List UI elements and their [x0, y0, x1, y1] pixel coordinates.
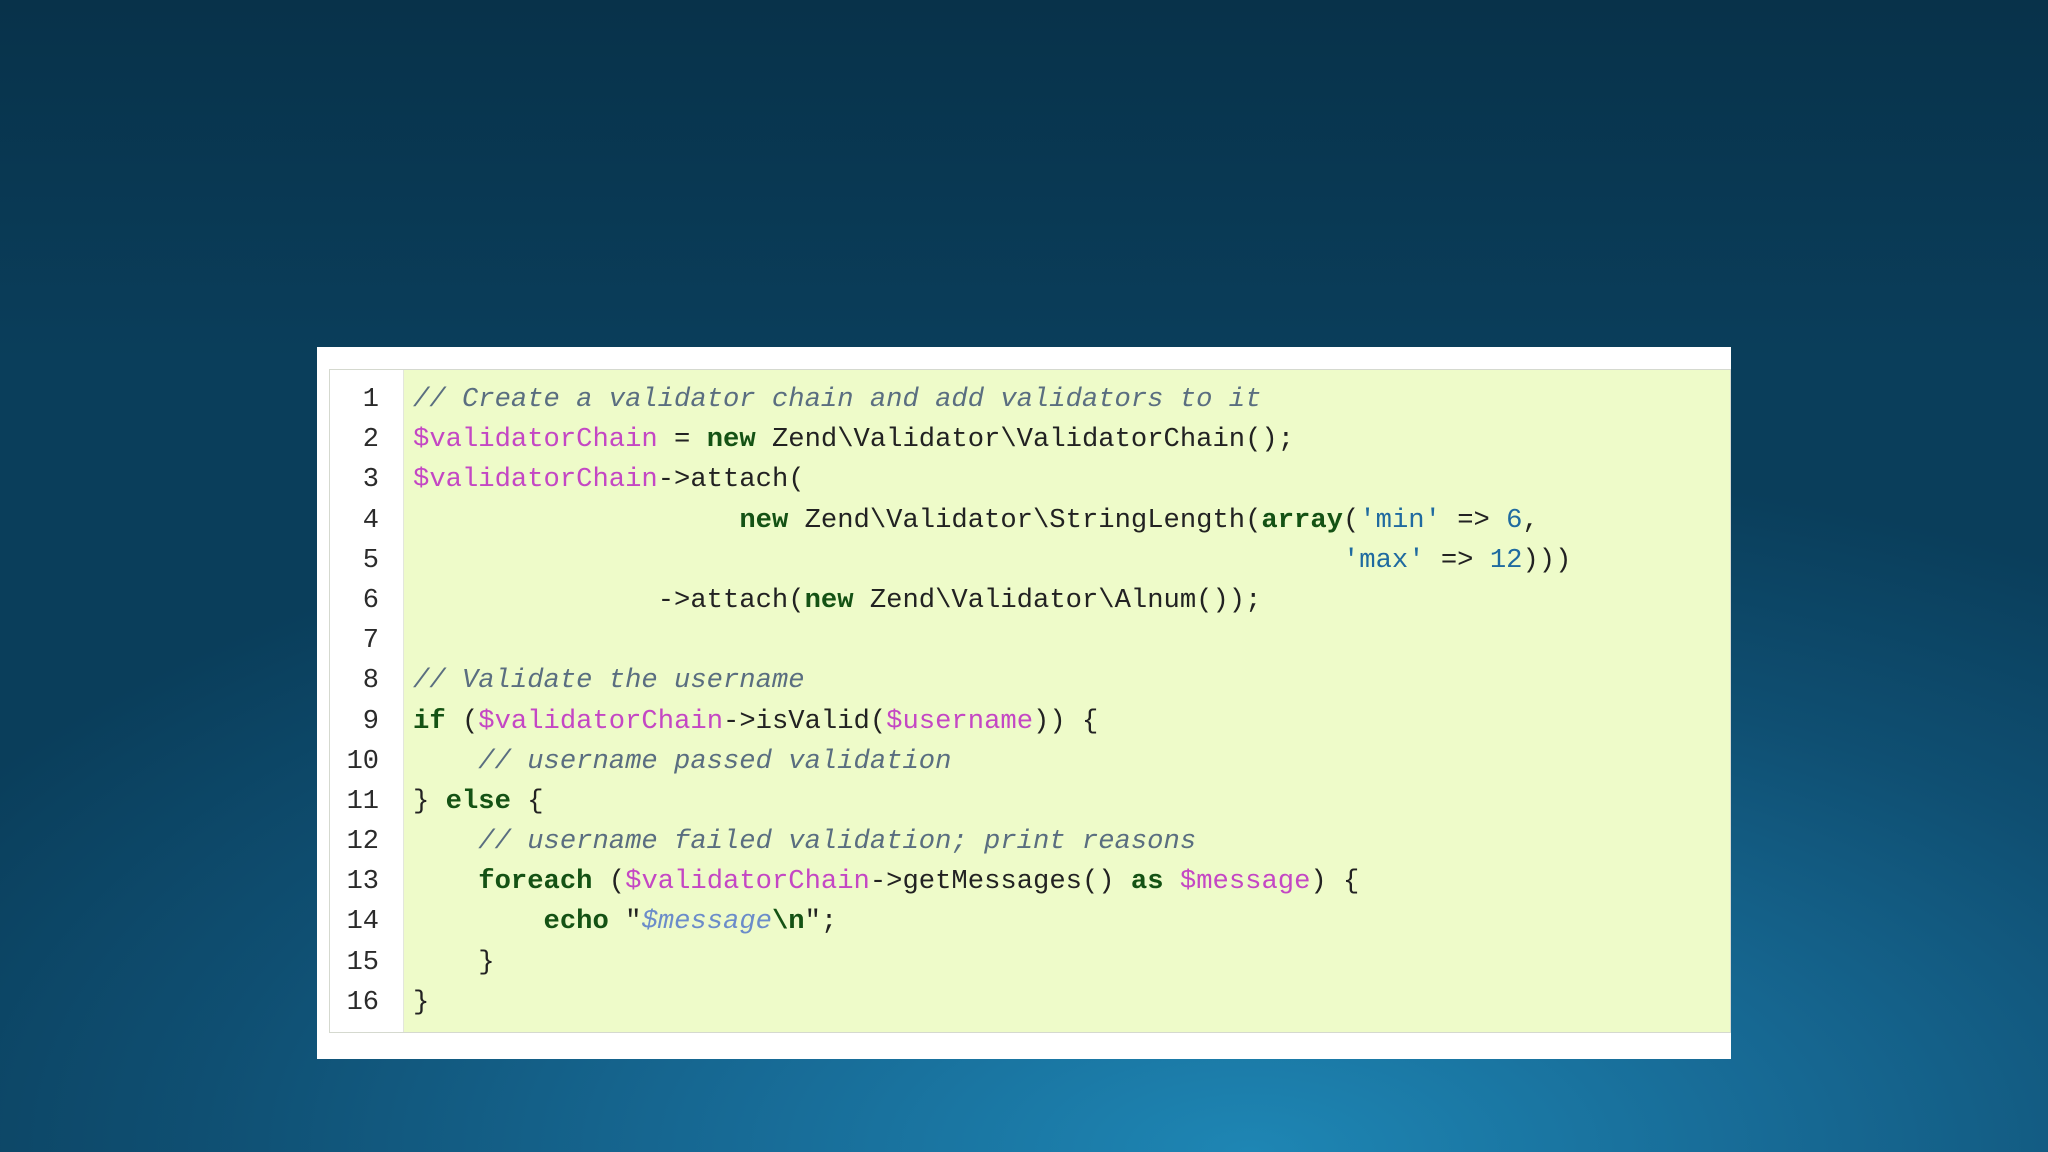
line-number: 15 — [346, 947, 379, 978]
code-line: $validatorChain->attach( — [413, 460, 1730, 500]
line-number: 7 — [362, 626, 379, 657]
code-line: $validatorChain = new Zend\Validator\Val… — [413, 420, 1730, 460]
code-line: // Create a validator chain and add vali… — [413, 380, 1730, 420]
line-number: 9 — [362, 706, 379, 737]
code-line: ->attach(new Zend\Validator\Alnum()); — [413, 581, 1730, 621]
code-token-kw: else — [445, 785, 511, 817]
code-token-plain: } — [413, 946, 495, 978]
code-token-plain: => — [1440, 504, 1507, 536]
code-line: // username passed validation — [413, 742, 1730, 782]
code-snippet-panel: 1 2 3 4 5 6 7 8 9 10 11 12 13 14 15 16 // Create a vali… — [317, 347, 1731, 1059]
code-line: // Validate the username — [413, 661, 1730, 701]
code-token-var: $validatorChain — [625, 866, 870, 898]
code-token-plain: ->attach( — [413, 584, 805, 616]
code-token-kw: new — [706, 424, 756, 456]
code-token-plain: ) { — [1310, 866, 1360, 898]
line-number: 1 — [362, 385, 379, 415]
code-line: } — [413, 943, 1730, 983]
code-token-plain: " — [608, 906, 642, 938]
line-number: 12 — [346, 827, 379, 858]
code-token-plain: ))) — [1522, 544, 1572, 576]
code-body: // Create a validator chain and add vali… — [404, 370, 1730, 1032]
line-number: 10 — [346, 746, 379, 777]
code-token-plain: ->attach( — [657, 464, 805, 496]
code-token-var: $validatorChain — [413, 424, 658, 456]
code-line: } else { — [413, 782, 1730, 822]
code-token-plain: = — [657, 424, 707, 456]
code-token-plain: } — [413, 785, 446, 817]
code-token-plain: Zend\Validator\StringLength( — [788, 504, 1262, 536]
line-number: 3 — [362, 465, 379, 496]
code-listing: 1 2 3 4 5 6 7 8 9 10 11 12 13 14 15 16 // Create a vali… — [329, 369, 1731, 1033]
code-token-plain: => — [1424, 544, 1490, 576]
code-token-comment: // username failed validation; print rea… — [478, 826, 1197, 858]
code-token-strvar: $message — [641, 906, 772, 938]
code-token-plain: } — [413, 986, 430, 1018]
code-token-comment: // Create a validator chain and add vali… — [413, 384, 1262, 415]
line-number: 16 — [346, 987, 379, 1018]
code-line: if ($validatorChain->isValid($username))… — [413, 702, 1730, 742]
code-token-plain: { — [510, 785, 544, 817]
code-token-plain: ->isValid( — [723, 705, 887, 737]
code-token-var: $message — [1179, 866, 1311, 898]
code-token-var: $validatorChain — [413, 464, 658, 496]
code-token-plain: ( — [592, 866, 626, 898]
slide-background — [0, 0, 2048, 360]
code-token-kw: echo — [543, 906, 609, 938]
code-token-plain: , — [1522, 504, 1539, 536]
code-token-plain: ( — [1342, 504, 1360, 536]
code-token-comment: // username passed validation — [478, 745, 952, 777]
code-token-plain: Zend\Validator\ValidatorChain(); — [755, 424, 1295, 456]
code-token-comment: // Validate the username — [413, 665, 805, 697]
line-number: 6 — [362, 585, 379, 616]
line-number: 13 — [346, 867, 379, 898]
code-line: 'max' => 12))) — [413, 541, 1730, 581]
code-token-var: $validatorChain — [478, 705, 724, 737]
line-number: 4 — [362, 505, 379, 536]
code-line: // username failed validation; print rea… — [413, 822, 1730, 862]
line-number: 2 — [362, 425, 379, 456]
line-number: 11 — [346, 786, 379, 817]
code-token-kw: if — [413, 705, 446, 737]
code-token-kw: foreach — [478, 866, 593, 898]
code-token-num: 6 — [1506, 504, 1523, 536]
code-token-plain: "; — [804, 906, 838, 938]
code-token-kw: array — [1261, 504, 1343, 536]
code-token-str: 'max' — [1342, 544, 1425, 576]
code-line: } — [413, 983, 1730, 1023]
code-token-var: $username — [886, 705, 1034, 737]
code-line: echo "$message\n"; — [413, 902, 1730, 942]
code-token-plain: )) { — [1033, 705, 1099, 737]
code-token-num: 12 — [1489, 544, 1523, 576]
code-token-kw: \n — [771, 906, 805, 938]
code-token-str: 'min' — [1359, 504, 1441, 536]
code-token-kw: new — [804, 584, 854, 616]
code-line: foreach ($validatorChain->getMessages() … — [413, 862, 1730, 902]
code-token-kw: new — [739, 504, 789, 536]
code-line: new Zend\Validator\StringLength(array('m… — [413, 501, 1730, 541]
code-token-kw: as — [1130, 866, 1164, 898]
code-token-plain: ->getMessages() — [869, 866, 1131, 898]
line-number: 8 — [362, 666, 379, 697]
line-number: 5 — [362, 545, 379, 576]
line-number: 14 — [346, 907, 379, 938]
code-token-plain: ( — [445, 705, 479, 737]
code-token-plain: Zend\Validator\Alnum()); — [853, 584, 1262, 616]
line-number-gutter: 1 2 3 4 5 6 7 8 9 10 11 12 13 14 15 16 — [330, 370, 404, 1032]
